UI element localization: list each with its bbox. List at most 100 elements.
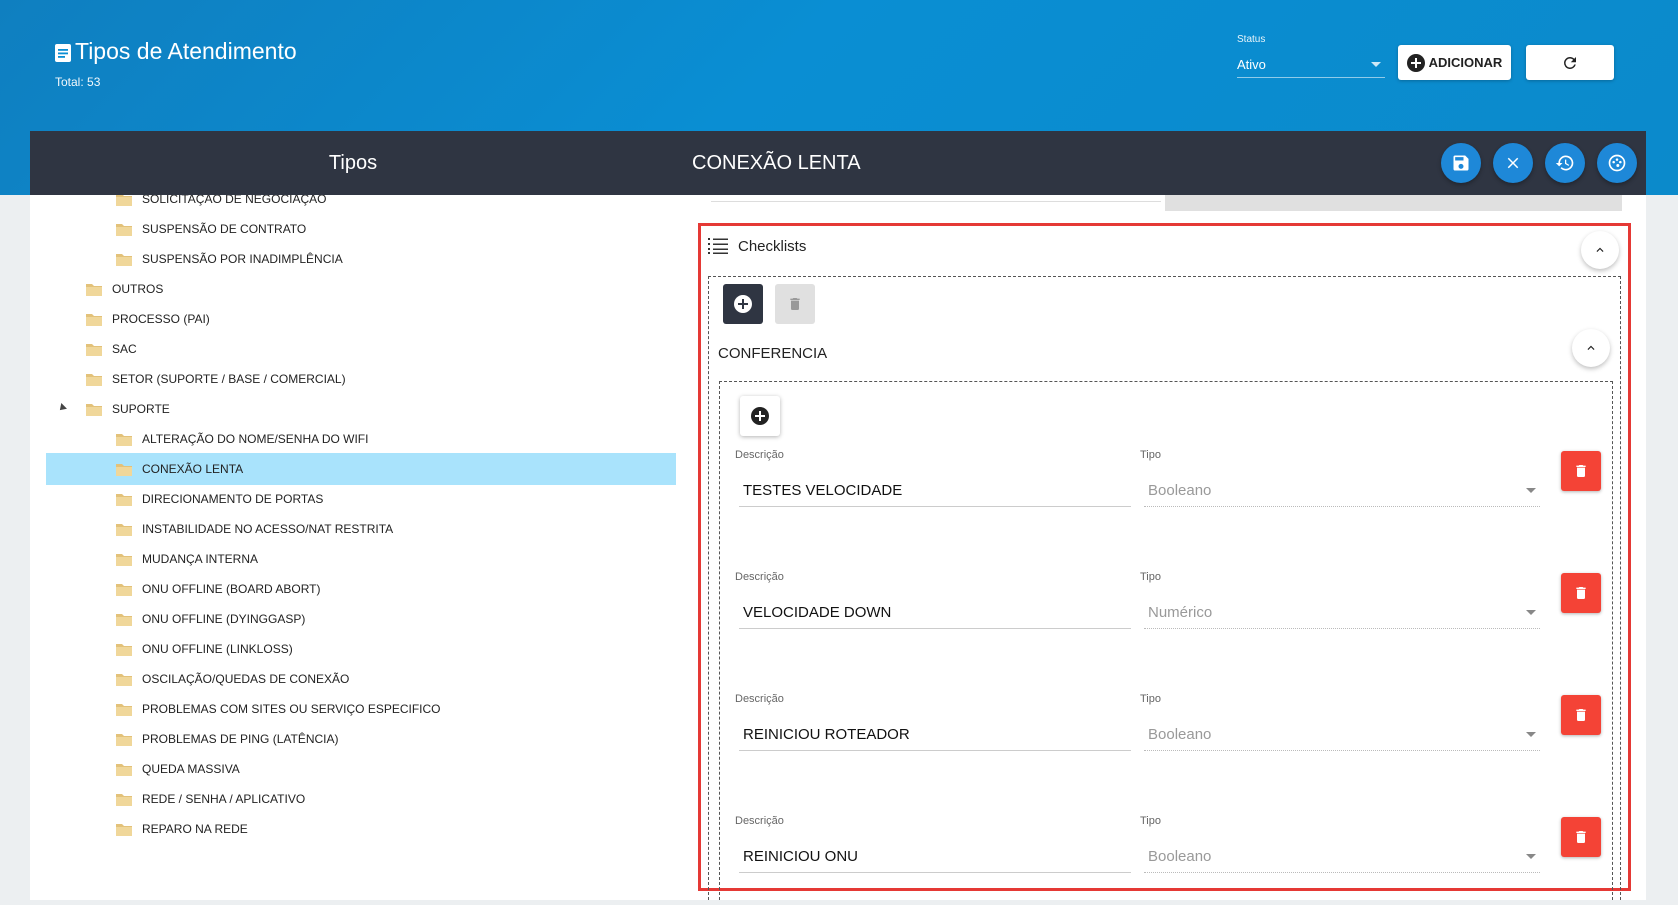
folder-icon (116, 644, 132, 656)
type-value: Booleano (1148, 726, 1212, 743)
folder-icon (116, 195, 132, 206)
delete-item-button[interactable] (1561, 573, 1601, 613)
folder-icon (86, 314, 102, 326)
checklists-header: Checklists (708, 237, 806, 255)
types-tree[interactable]: SOLICITAÇÃO DE NEGOCIAÇÃO SUSPENSÃO DE C… (46, 195, 676, 900)
description-label: Descrição (735, 815, 784, 827)
checklist-item: Descrição Tipo REINICIOU ONU Booleano (735, 815, 1601, 905)
folder-icon (116, 224, 132, 236)
tree-item[interactable]: INSTABILIDADE NO ACESSO/NAT RESTRITA (46, 513, 676, 545)
tree-item-label: ONU OFFLINE (BOARD ABORT) (142, 582, 321, 596)
collapse-checklist-button[interactable] (1572, 329, 1610, 367)
tree-item-label: DIRECIONAMENTO DE PORTAS (142, 492, 324, 506)
tree-item-selected[interactable]: CONEXÃO LENTA (46, 453, 676, 485)
folder-icon (86, 344, 102, 356)
folder-icon (116, 494, 132, 506)
tree-item[interactable]: SUSPENSÃO DE CONTRATO (46, 213, 676, 245)
types-panel-header: Tipos (30, 131, 676, 195)
page-title-row: Tipos de Atendimento (55, 38, 297, 65)
description-input[interactable]: TESTES VELOCIDADE (739, 475, 1131, 507)
tree-item[interactable]: OUTROS (46, 273, 676, 305)
chevron-down-icon (1526, 488, 1536, 493)
tree-item-label: ALTERAÇÃO DO NOME/SENHA DO WIFI (142, 432, 369, 446)
trash-icon (1576, 587, 1586, 599)
expand-toggle-icon[interactable] (57, 403, 67, 413)
tree-item[interactable]: ONU OFFLINE (DYINGGASP) (46, 603, 676, 635)
description-input[interactable]: REINICIOU ONU (739, 841, 1131, 873)
type-label: Tipo (1140, 815, 1161, 827)
delete-item-button[interactable] (1561, 817, 1601, 857)
tree-item[interactable]: OSCILAÇÃO/QUEDAS DE CONEXÃO (46, 663, 676, 695)
types-panel-title: Tipos (328, 151, 378, 174)
folder-icon (116, 584, 132, 596)
tree-item-label: OUTROS (112, 282, 164, 296)
plus-circle-icon (1406, 53, 1425, 72)
folder-icon (86, 374, 102, 386)
type-value: Booleano (1148, 848, 1212, 865)
save-icon (1453, 155, 1469, 171)
type-select[interactable]: Booleano (1144, 719, 1540, 751)
tree-item[interactable]: SUSPENSÃO POR INADIMPLÊNCIA (46, 243, 676, 275)
list-icon (708, 238, 728, 254)
tree-item[interactable]: REPARO NA REDE (46, 813, 676, 845)
tree-item[interactable]: PROBLEMAS COM SITES OU SERVIÇO ESPECIFIC… (46, 693, 676, 725)
palette-button[interactable] (1597, 143, 1637, 183)
tree-item[interactable]: ALTERAÇÃO DO NOME/SENHA DO WIFI (46, 423, 676, 455)
tree-item[interactable]: QUEDA MASSIVA (46, 753, 676, 785)
folder-icon (116, 734, 132, 746)
status-filter: Status Ativo (1237, 34, 1385, 78)
tree-item-label: PROBLEMAS DE PING (LATÊNCIA) (142, 732, 339, 746)
add-button[interactable]: ADICIONAR (1398, 45, 1511, 80)
tree-item[interactable]: SOLICITAÇÃO DE NEGOCIAÇÃO (46, 195, 676, 215)
status-select[interactable]: Ativo (1237, 51, 1385, 78)
description-value: REINICIOU ONU (743, 848, 859, 865)
collapse-checklists-button[interactable] (1581, 231, 1619, 269)
tree-item[interactable]: PROCESSO (PAI) (46, 303, 676, 335)
refresh-button[interactable] (1526, 45, 1614, 80)
type-select[interactable]: Booleano (1144, 475, 1540, 507)
tree-item[interactable]: SETOR (SUPORTE / BASE / COMERCIAL) (46, 363, 676, 395)
tree-item-label: SOLICITAÇÃO DE NEGOCIAÇÃO (142, 195, 327, 206)
tree-item[interactable]: DIRECIONAMENTO DE PORTAS (46, 483, 676, 515)
trash-icon (1576, 709, 1586, 721)
tree-item-label: MUDANÇA INTERNA (142, 552, 259, 566)
description-label: Descrição (735, 449, 784, 461)
checklists-label: Checklists (738, 237, 807, 255)
history-button[interactable] (1545, 143, 1585, 183)
description-value: VELOCIDADE DOWN (743, 604, 892, 621)
tree-item[interactable]: ONU OFFLINE (LINKLOSS) (46, 633, 676, 665)
delete-item-button[interactable] (1561, 695, 1601, 735)
chevron-down-icon (1526, 854, 1536, 859)
tree-item-label: INSTABILIDADE NO ACESSO/NAT RESTRITA (142, 522, 394, 536)
plus-circle-icon (751, 407, 769, 425)
description-value: REINICIOU ROTEADOR (743, 726, 910, 743)
type-value: Numérico (1148, 604, 1213, 621)
add-item-button[interactable] (740, 396, 780, 436)
tree-item[interactable]: ONU OFFLINE (BOARD ABORT) (46, 573, 676, 605)
folder-icon (86, 284, 102, 296)
folder-icon (116, 704, 132, 716)
tree-item[interactable]: PROBLEMAS DE PING (LATÊNCIA) (46, 723, 676, 755)
type-select[interactable]: Numérico (1144, 597, 1540, 629)
description-input[interactable]: VELOCIDADE DOWN (739, 597, 1131, 629)
tree-item[interactable]: SUPORTE (46, 393, 676, 425)
tree-item[interactable]: REDE / SENHA / APLICATIVO (46, 783, 676, 815)
tree-item[interactable]: SAC (46, 333, 676, 365)
type-label: Tipo (1140, 693, 1161, 705)
delete-item-button[interactable] (1561, 451, 1601, 491)
close-button[interactable] (1493, 143, 1533, 183)
chevron-down-icon (1371, 61, 1381, 67)
type-label: Tipo (1140, 571, 1161, 583)
tree-item[interactable]: MUDANÇA INTERNA (46, 543, 676, 575)
type-label: Tipo (1140, 449, 1161, 461)
save-button[interactable] (1441, 143, 1481, 183)
folder-icon (116, 824, 132, 836)
description-input[interactable]: REINICIOU ROTEADOR (739, 719, 1131, 751)
checklist-item: Descrição Tipo TESTES VELOCIDADE Boolean… (735, 449, 1601, 539)
chevron-up-icon (1587, 345, 1595, 350)
add-checklist-button[interactable] (723, 284, 763, 324)
tree-item-label: REDE / SENHA / APLICATIVO (142, 792, 306, 806)
folder-icon (116, 614, 132, 626)
type-select[interactable]: Booleano (1144, 841, 1540, 873)
delete-checklist-button[interactable] (775, 284, 815, 324)
